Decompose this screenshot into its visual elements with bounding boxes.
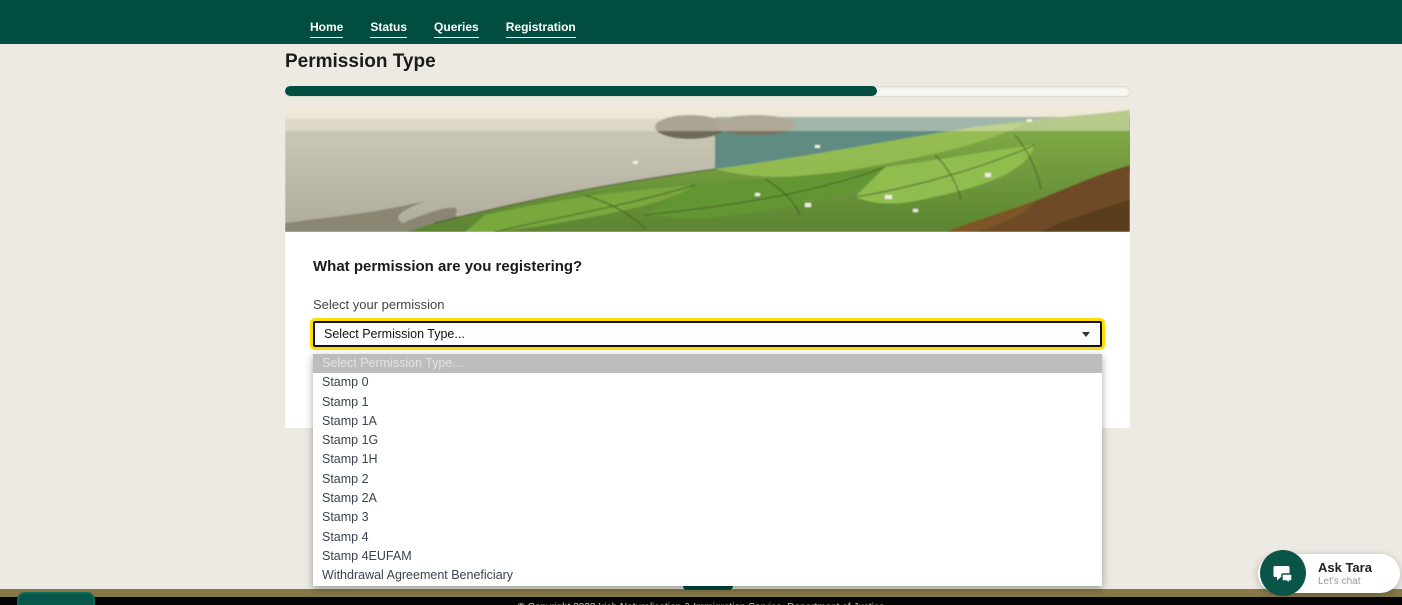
progress-fill <box>285 86 877 96</box>
dropdown-option[interactable]: Stamp 2 <box>313 470 1102 489</box>
nav-link[interactable]: Home <box>310 20 344 38</box>
chat-title: Ask Tara <box>1318 560 1372 575</box>
nav-link[interactable]: Status <box>370 20 408 38</box>
permission-select-value: Select Permission Type... <box>324 327 465 341</box>
select-label: Select your permission <box>313 297 445 312</box>
main-content: Permission Type What permission are you … <box>285 51 1130 586</box>
chat-widget[interactable]: Ask Tara Let's chat <box>1258 550 1400 596</box>
chat-text: Ask Tara Let's chat <box>1318 560 1372 587</box>
dropdown-option[interactable]: Stamp 1H <box>313 450 1102 469</box>
dropdown-option[interactable]: Select Permission Type... <box>313 354 1102 374</box>
dropdown-option[interactable]: Stamp 2A <box>313 489 1102 508</box>
dropdown-option[interactable]: Stamp 3 <box>313 508 1102 527</box>
permission-select-wrap: Select Permission Type... Select Permiss… <box>313 321 1102 586</box>
chat-bubbles-icon <box>1260 550 1306 596</box>
permission-select[interactable]: Select Permission Type... <box>313 321 1102 347</box>
dropdown-option[interactable]: Stamp 1G <box>313 431 1102 450</box>
main-nav: Home Status Queries Registration <box>310 20 576 38</box>
dropdown-option[interactable]: Stamp 0 <box>313 373 1102 392</box>
progress-bar <box>285 86 1130 96</box>
dropdown-option[interactable]: Stamp 1A <box>313 412 1102 431</box>
permission-dropdown: Select Permission Type... Stamp 0 Stamp 1S… <box>313 354 1102 586</box>
cookie-settings-button[interactable] <box>17 592 95 605</box>
hero-image <box>285 105 1130 232</box>
permission-form-card: What permission are you registering? Sel… <box>285 232 1130 586</box>
chevron-down-icon <box>1082 331 1090 337</box>
dropdown-option[interactable]: Stamp 4EUFAM <box>313 547 1102 566</box>
nav-link[interactable]: Queries <box>434 20 479 38</box>
page: { "nav": { "items": ["Home", "Status", "… <box>0 0 1402 605</box>
page-title: Permission Type <box>285 51 436 72</box>
footer-copyright-bar: © Copyright 2022 Irish Naturalisation & … <box>0 597 1402 605</box>
dropdown-option[interactable]: Stamp 4 <box>313 528 1102 547</box>
footer-bar <box>0 589 1402 597</box>
form-question: What permission are you registering? <box>313 258 583 275</box>
nav-link[interactable]: Registration <box>505 20 576 38</box>
chat-subtitle: Let's chat <box>1318 576 1361 587</box>
dropdown-option[interactable]: Stamp 1 <box>313 393 1102 412</box>
main-header: Home Status Queries Registration <box>0 0 1402 44</box>
dropdown-option[interactable]: Withdrawal Agreement Beneficiary <box>313 566 1102 585</box>
